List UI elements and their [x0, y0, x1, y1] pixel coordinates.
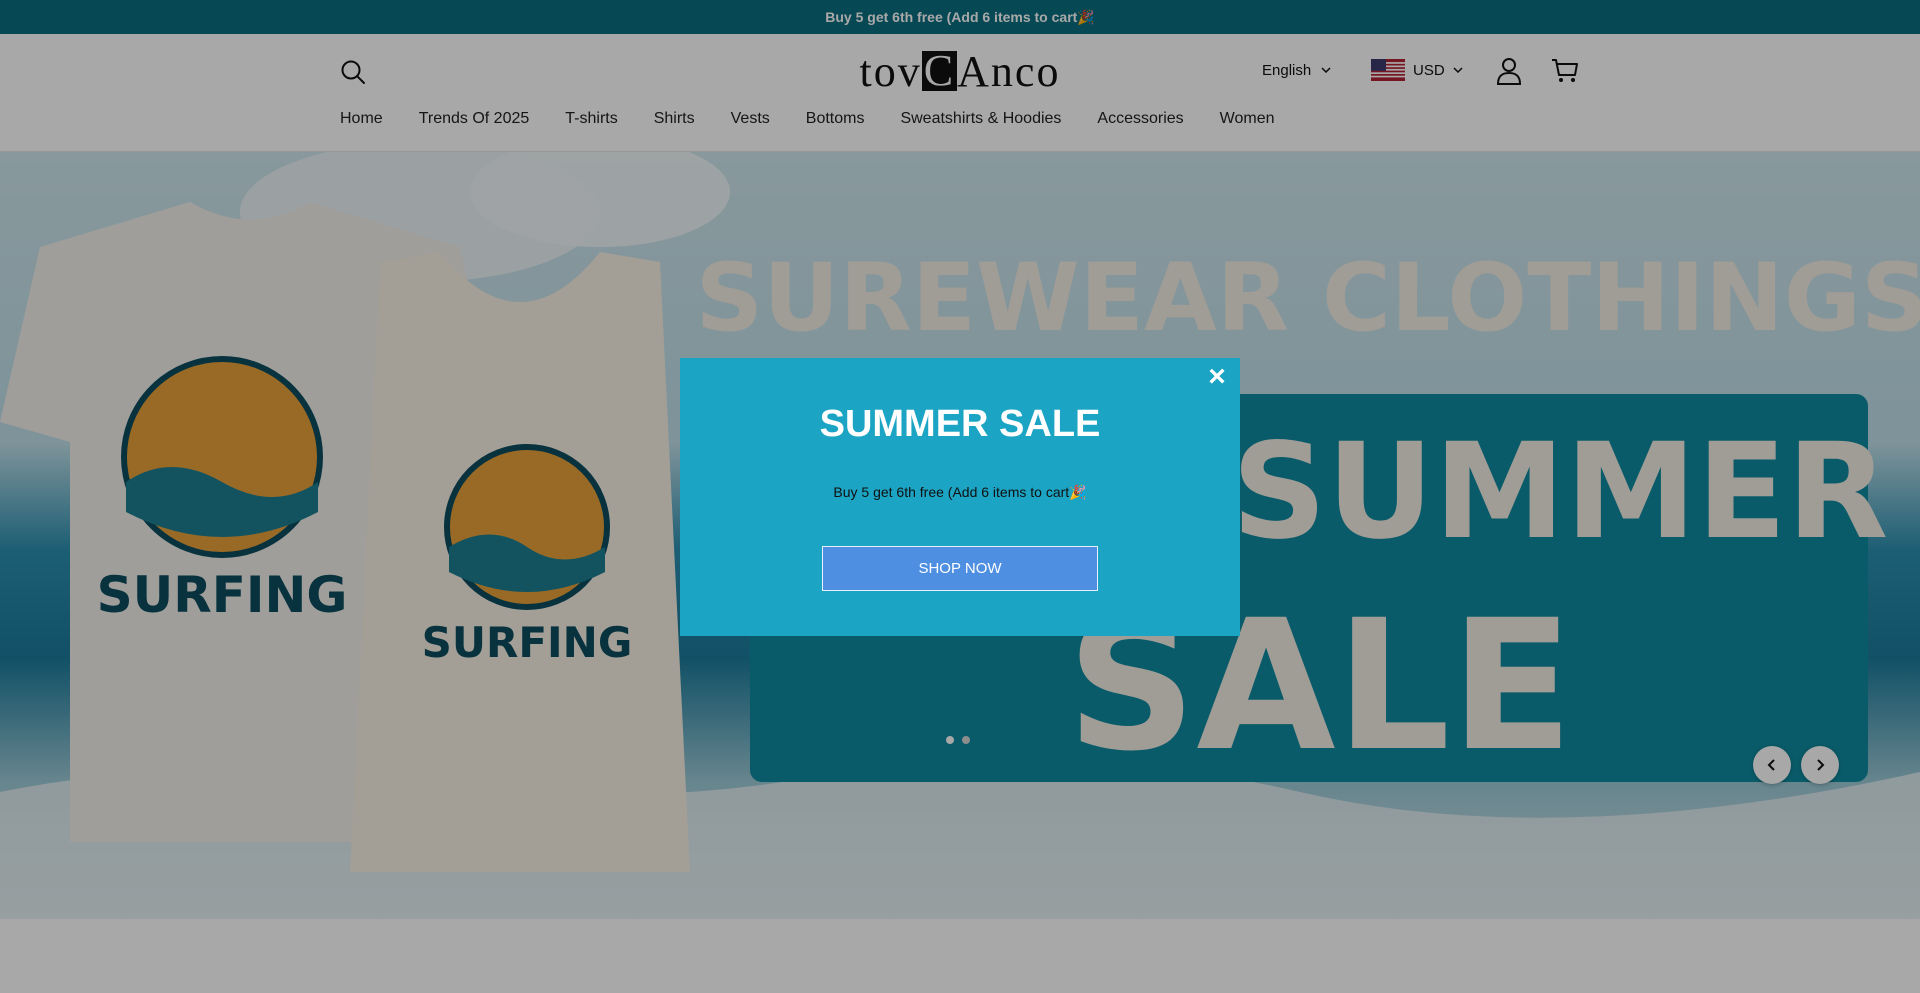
popup-text: Buy 5 get 6th free (Add 6 items to cart🎉	[833, 484, 1087, 500]
summer-sale-popup: × SUMMER SALE Buy 5 get 6th free (Add 6 …	[680, 358, 1240, 636]
close-icon[interactable]: ×	[1202, 362, 1232, 392]
popup-title: SUMMER SALE	[819, 403, 1101, 445]
shop-now-button[interactable]: SHOP NOW	[822, 546, 1098, 591]
